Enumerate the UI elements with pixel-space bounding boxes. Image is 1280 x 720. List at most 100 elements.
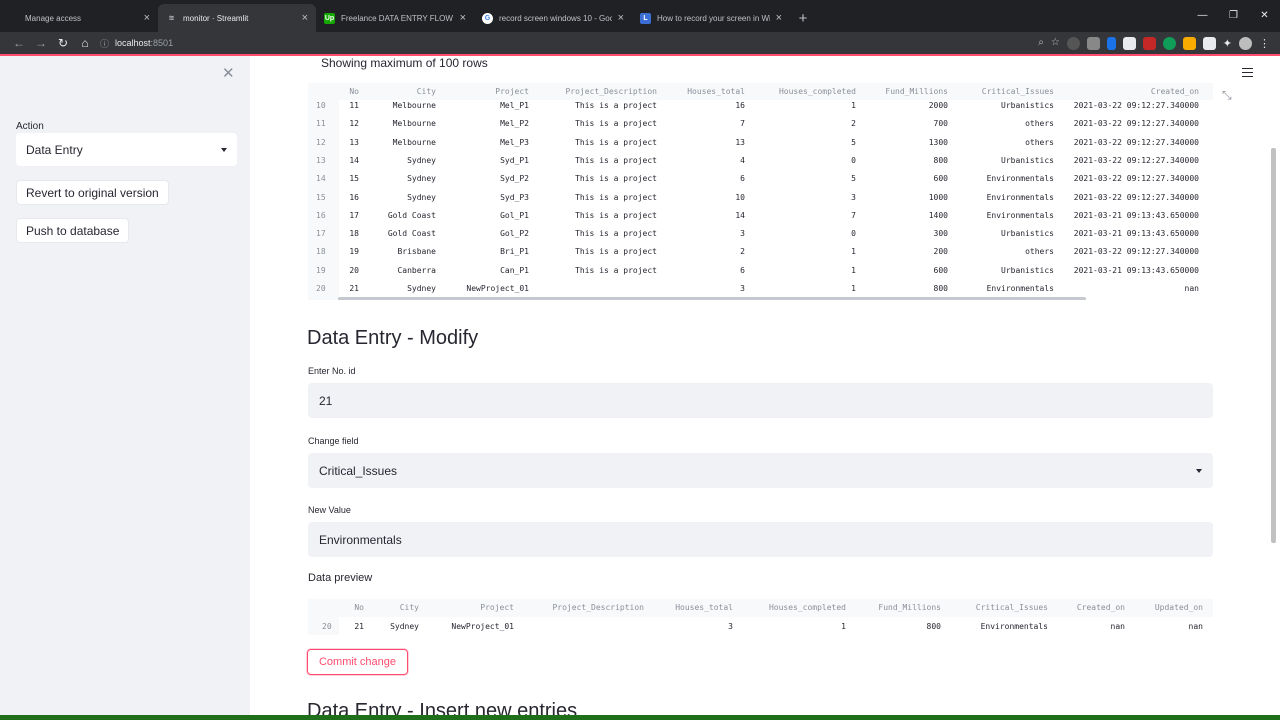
revert-button[interactable]: Revert to original version — [16, 180, 169, 205]
preview-cell[interactable]: Environmentals — [981, 618, 1048, 636]
table-cell[interactable]: Gol_P1 — [500, 207, 529, 225]
table-cell[interactable]: Syd_P1 — [500, 152, 529, 170]
extension-icon[interactable] — [1086, 36, 1100, 50]
row-index[interactable]: 10 — [316, 97, 326, 115]
page-scrollbar[interactable] — [1271, 148, 1276, 543]
table-cell[interactable]: 12 — [349, 115, 359, 133]
preview-column-header[interactable]: Fund_Millions — [878, 599, 941, 617]
table-cell[interactable]: Gold Coast — [388, 225, 436, 243]
close-sidebar-icon[interactable]: ✕ — [222, 64, 235, 82]
table-cell[interactable]: 16 — [349, 189, 359, 207]
table-cell[interactable]: 3 — [851, 189, 856, 207]
new-tab-button[interactable]: + — [790, 4, 816, 32]
table-cell[interactable]: 10 — [735, 189, 745, 207]
table-cell[interactable]: 1 — [851, 243, 856, 261]
table-cell[interactable]: Mel_P1 — [500, 97, 529, 115]
table-cell[interactable]: NewProject_01 — [466, 280, 529, 298]
table-cell[interactable]: 2021-03-21 09:13:43.650000 — [1074, 225, 1199, 243]
table-cell[interactable]: 2021-03-22 09:12:27.340000 — [1074, 115, 1199, 133]
table-cell[interactable]: This is a project — [575, 262, 657, 280]
close-window-icon[interactable]: ✕ — [1249, 0, 1280, 30]
browser-tab-2[interactable]: Up Freelance DATA ENTRY FLOW CH × — [316, 4, 474, 32]
table-cell[interactable]: 700 — [934, 115, 948, 133]
table-cell[interactable]: 5 — [851, 134, 856, 152]
preview-column-header[interactable]: Created_on — [1077, 599, 1125, 617]
table-cell[interactable]: 18 — [349, 225, 359, 243]
table-cell[interactable]: 21 — [349, 280, 359, 298]
table-cell[interactable]: 1 — [851, 262, 856, 280]
table-cell[interactable]: 7 — [851, 207, 856, 225]
hamburger-menu-icon[interactable] — [1242, 68, 1253, 77]
table-cell[interactable]: Sydney — [407, 280, 436, 298]
extension-icon[interactable] — [1142, 36, 1156, 50]
browser-tab-1[interactable]: ≋ monitor · Streamlit × — [158, 4, 316, 32]
table-cell[interactable]: This is a project — [575, 243, 657, 261]
table-cell[interactable]: Mel_P2 — [500, 115, 529, 133]
table-cell[interactable]: Can_P1 — [500, 262, 529, 280]
info-icon[interactable]: ⓘ — [100, 37, 109, 50]
table-cell[interactable]: 600 — [934, 262, 948, 280]
table-cell[interactable]: others — [1025, 134, 1054, 152]
row-index[interactable]: 15 — [316, 189, 326, 207]
table-cell[interactable]: Brisbane — [397, 243, 436, 261]
puzzle-icon[interactable]: ✦ — [1223, 37, 1232, 50]
preview-column-header[interactable]: No — [354, 599, 364, 617]
table-cell[interactable]: others — [1025, 243, 1054, 261]
table-cell[interactable]: 800 — [934, 280, 948, 298]
table-cell[interactable]: 19 — [349, 243, 359, 261]
table-cell[interactable]: This is a project — [575, 189, 657, 207]
table-cell[interactable]: 6 — [740, 262, 745, 280]
table-cell[interactable]: 14 — [349, 152, 359, 170]
table-cell[interactable]: 2021-03-21 09:13:43.650000 — [1074, 262, 1199, 280]
table-cell[interactable]: 15 — [349, 170, 359, 188]
preview-column-header[interactable]: Updated_on — [1155, 599, 1203, 617]
table-cell[interactable]: 13 — [735, 134, 745, 152]
preview-row-index[interactable]: 20 — [322, 618, 332, 636]
table-cell[interactable]: 1 — [851, 280, 856, 298]
table-cell[interactable]: Environmentals — [987, 170, 1054, 188]
table-cell[interactable]: 20 — [349, 262, 359, 280]
table-cell[interactable]: 1400 — [929, 207, 948, 225]
table-cell[interactable]: Mel_P3 — [500, 134, 529, 152]
close-icon[interactable]: × — [144, 12, 150, 24]
table-cell[interactable]: 2021-03-22 09:12:27.340000 — [1074, 152, 1199, 170]
table-cell[interactable]: nan — [1185, 280, 1199, 298]
table-cell[interactable]: Gold Coast — [388, 207, 436, 225]
table-cell[interactable]: 4 — [740, 152, 745, 170]
zoom-icon[interactable]: ⌕ — [1038, 37, 1044, 50]
preview-column-header[interactable]: Houses_completed — [769, 599, 846, 617]
table-cell[interactable]: 3 — [740, 280, 745, 298]
change-field-select[interactable]: Critical_Issues — [308, 453, 1213, 488]
home-icon[interactable]: ⌂ — [74, 33, 96, 53]
download-icon[interactable] — [1182, 36, 1196, 50]
row-index[interactable]: 14 — [316, 170, 326, 188]
table-cell[interactable]: Melbourne — [393, 115, 436, 133]
table-cell[interactable]: 2 — [851, 115, 856, 133]
table-cell[interactable]: 11 — [349, 97, 359, 115]
column-header[interactable]: Houses_completed — [779, 83, 856, 101]
extension-icon[interactable] — [1106, 36, 1116, 50]
table-cell[interactable]: 2000 — [929, 97, 948, 115]
table-cell[interactable]: 1300 — [929, 134, 948, 152]
table-cell[interactable]: This is a project — [575, 207, 657, 225]
table-cell[interactable]: Urbanistics — [1001, 225, 1054, 243]
preview-cell[interactable]: 1 — [841, 618, 846, 636]
back-icon[interactable]: ← — [8, 33, 30, 53]
table-cell[interactable]: Bri_P1 — [500, 243, 529, 261]
table-cell[interactable]: Melbourne — [393, 134, 436, 152]
data-preview-table[interactable]: No City Project Project_Description Houses_t… — [308, 599, 1213, 636]
preview-column-header[interactable]: Project — [480, 599, 514, 617]
table-cell[interactable]: Canberra — [397, 262, 436, 280]
table-cell[interactable]: This is a project — [575, 152, 657, 170]
table-cell[interactable]: 13 — [349, 134, 359, 152]
table-cell[interactable]: Environmentals — [987, 207, 1054, 225]
row-index[interactable]: 13 — [316, 152, 326, 170]
minimize-icon[interactable]: — — [1187, 0, 1218, 30]
table-cell[interactable]: 16 — [735, 97, 745, 115]
extension-icon[interactable] — [1162, 36, 1176, 50]
table-cell[interactable]: 200 — [934, 243, 948, 261]
preview-cell[interactable]: nan — [1189, 618, 1203, 636]
row-index[interactable]: 18 — [316, 243, 326, 261]
close-icon[interactable]: × — [460, 12, 466, 24]
table-cell[interactable]: 2 — [740, 243, 745, 261]
